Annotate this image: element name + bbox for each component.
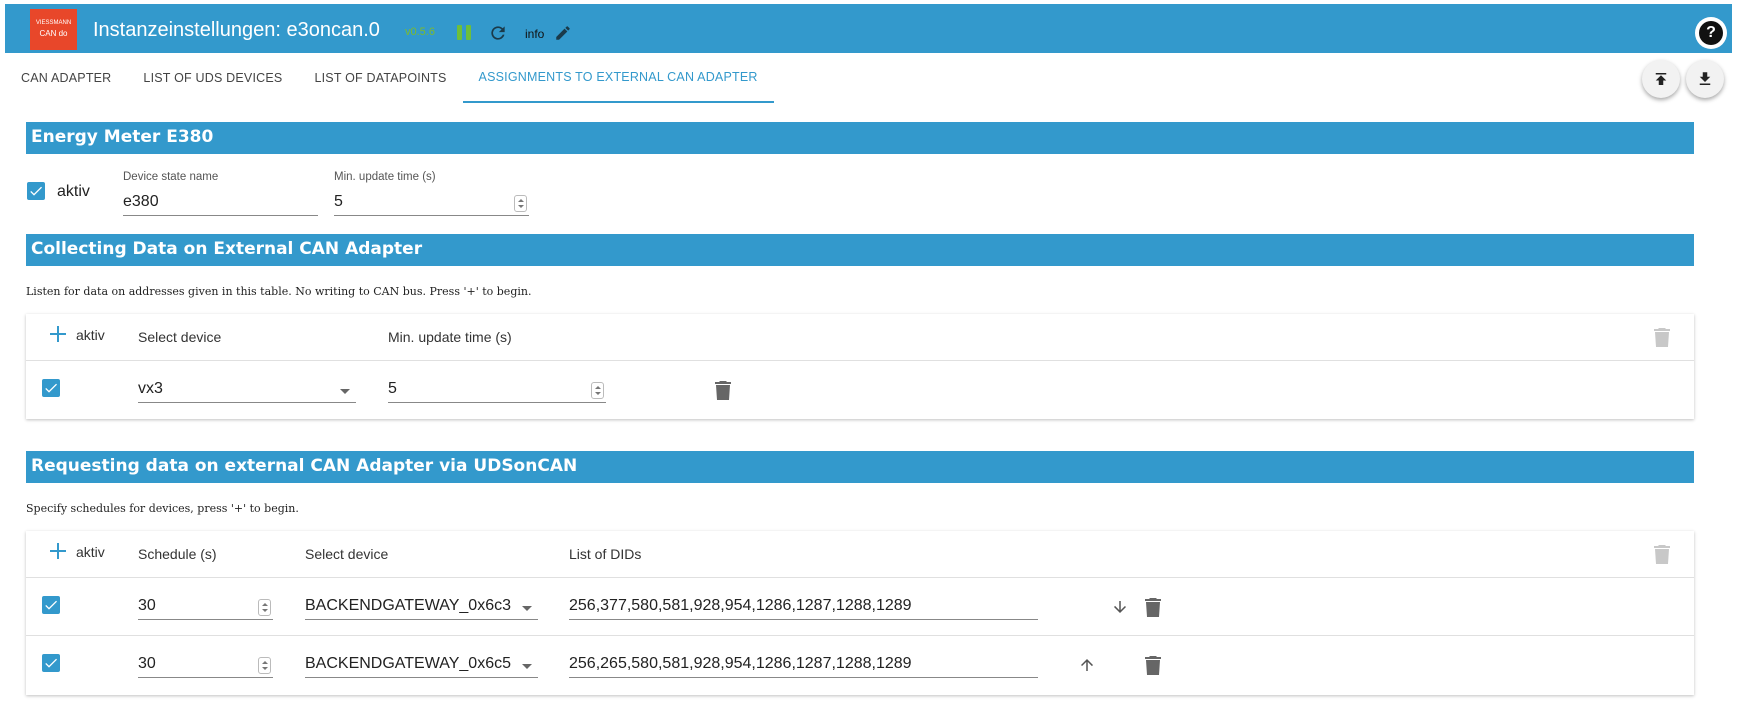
- app-header: VIESSMANN CAN do Instanzeinstellungen: e…: [5, 4, 1732, 53]
- collecting-description: Listen for data on addresses given in th…: [26, 285, 532, 298]
- info-label: info: [525, 27, 545, 41]
- requesting-description: Specify schedules for devices, press '+'…: [26, 502, 299, 515]
- collecting-table: aktiv Select device Min. update time (s)…: [26, 314, 1694, 419]
- schedule-spinner[interactable]: [258, 599, 271, 616]
- tab-can-adapter[interactable]: CAN ADAPTER: [5, 53, 127, 103]
- collecting-delete-all-icon: [1654, 328, 1670, 347]
- row-aktiv-checkbox[interactable]: [42, 596, 60, 614]
- tab-list-of-datapoints[interactable]: LIST OF DATAPOINTS: [298, 53, 462, 103]
- row-aktiv-checkbox[interactable]: [42, 654, 60, 672]
- requesting-delete-all-icon: [1654, 545, 1670, 564]
- device-state-value: e380: [123, 193, 159, 210]
- tab-list-of-uds-devices[interactable]: LIST OF UDS DEVICES: [127, 53, 298, 103]
- schedule-value: 30: [138, 655, 156, 672]
- min-update-spinner[interactable]: [514, 195, 527, 212]
- table-row: 30 BACKENDGATEWAY_0x6c5 256,265,580,581,…: [26, 636, 1694, 694]
- tab-assignments[interactable]: ASSIGNMENTS TO EXTERNAL CAN ADAPTER: [462, 53, 774, 103]
- upload-icon: [1655, 73, 1667, 85]
- requesting-table-header: aktiv Schedule (s) Select device List of…: [26, 531, 1694, 578]
- collecting-header: Collecting Data on External CAN Adapter: [26, 234, 1694, 266]
- dids-input[interactable]: 256,265,580,581,928,954,1286,1287,1288,1…: [569, 652, 1038, 678]
- upload-button[interactable]: [1642, 60, 1680, 98]
- collecting-col-device: Select device: [138, 329, 222, 345]
- device-select-value: BACKENDGATEWAY_0x6c3: [305, 597, 511, 614]
- requesting-add-icon[interactable]: [50, 543, 66, 559]
- dids-value: 256,377,580,581,928,954,1286,1287,1288,1…: [569, 597, 912, 614]
- dids-value: 256,265,580,581,928,954,1286,1287,1288,1…: [569, 655, 912, 672]
- download-icon: [1699, 72, 1711, 85]
- min-update-value: 5: [334, 193, 343, 210]
- device-select[interactable]: BACKENDGATEWAY_0x6c5: [305, 652, 538, 678]
- energy-meter-aktiv-label: aktiv: [57, 183, 90, 200]
- device-state-label: Device state name: [123, 171, 219, 183]
- help-icon: ?: [1699, 21, 1723, 45]
- chevron-down-icon: [522, 606, 532, 611]
- min-update-spinner[interactable]: [591, 382, 604, 399]
- delete-row-icon[interactable]: [1145, 598, 1161, 617]
- min-update-input[interactable]: 5: [334, 190, 529, 216]
- help-button[interactable]: ?: [1695, 17, 1727, 49]
- min-update-label: Min. update time (s): [334, 171, 436, 183]
- requesting-col-schedule: Schedule (s): [138, 546, 217, 562]
- min-update-value: 5: [388, 380, 397, 397]
- row-aktiv-checkbox[interactable]: [42, 379, 60, 397]
- table-row: vx3 5: [26, 361, 1694, 419]
- version-label: v0.5.6: [405, 26, 435, 38]
- chevron-down-icon: [340, 389, 350, 394]
- refresh-icon[interactable]: [488, 23, 508, 43]
- chevron-down-icon: [522, 664, 532, 669]
- logo-brand: VIESSMANN: [35, 19, 72, 26]
- device-select-value: vx3: [138, 380, 163, 397]
- logo-subtitle: CAN do: [39, 28, 68, 38]
- move-down-icon[interactable]: [1111, 598, 1129, 616]
- delete-row-icon[interactable]: [1145, 656, 1161, 675]
- page-title: Instanzeinstellungen: e3oncan.0: [93, 19, 380, 41]
- device-select[interactable]: vx3: [138, 377, 356, 403]
- move-up-icon[interactable]: [1078, 656, 1096, 674]
- delete-row-icon[interactable]: [715, 381, 731, 400]
- energy-meter-header: Energy Meter E380: [26, 122, 1694, 154]
- schedule-input[interactable]: 30: [138, 652, 273, 678]
- device-select[interactable]: BACKENDGATEWAY_0x6c3: [305, 594, 538, 620]
- schedule-value: 30: [138, 597, 156, 614]
- app-logo: VIESSMANN CAN do: [30, 9, 77, 50]
- collecting-col-min-update: Min. update time (s): [388, 329, 512, 345]
- pause-icon[interactable]: [457, 25, 471, 40]
- table-row: 30 BACKENDGATEWAY_0x6c3 256,377,580,581,…: [26, 578, 1694, 636]
- tab-bar: CAN ADAPTER LIST OF UDS DEVICES LIST OF …: [5, 53, 774, 103]
- requesting-col-device: Select device: [305, 546, 389, 562]
- dids-input[interactable]: 256,377,580,581,928,954,1286,1287,1288,1…: [569, 594, 1038, 620]
- pencil-icon[interactable]: [554, 24, 572, 42]
- collecting-add-icon[interactable]: [50, 326, 66, 342]
- schedule-spinner[interactable]: [258, 657, 271, 674]
- requesting-col-dids: List of DIDs: [569, 546, 642, 562]
- device-state-input[interactable]: e380: [123, 190, 318, 216]
- requesting-col-aktiv: aktiv: [76, 544, 105, 560]
- instance-settings-page: VIESSMANN CAN do Instanzeinstellungen: e…: [0, 0, 1737, 713]
- requesting-header: Requesting data on external CAN Adapter …: [26, 451, 1694, 483]
- collecting-table-header: aktiv Select device Min. update time (s): [26, 314, 1694, 361]
- min-update-input[interactable]: 5: [388, 377, 606, 403]
- device-select-value: BACKENDGATEWAY_0x6c5: [305, 655, 511, 672]
- collecting-col-aktiv: aktiv: [76, 327, 105, 343]
- requesting-table: aktiv Schedule (s) Select device List of…: [26, 531, 1694, 695]
- download-button[interactable]: [1686, 60, 1724, 98]
- schedule-input[interactable]: 30: [138, 594, 273, 620]
- energy-meter-aktiv-checkbox[interactable]: [27, 182, 45, 200]
